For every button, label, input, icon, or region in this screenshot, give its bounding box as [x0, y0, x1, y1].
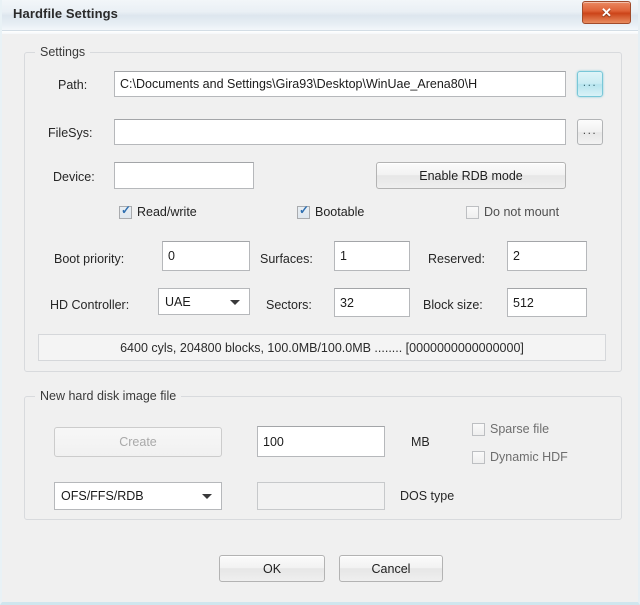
- hardfile-settings-dialog: Hardfile Settings ✕ Settings Path: C:\Do…: [0, 0, 640, 605]
- new-image-group-legend: New hard disk image file: [35, 389, 182, 403]
- dos-type-input[interactable]: [257, 482, 385, 510]
- surfaces-input[interactable]: 1: [334, 241, 410, 271]
- cancel-button[interactable]: Cancel: [339, 555, 443, 582]
- title-bar[interactable]: Hardfile Settings ✕: [2, 0, 638, 34]
- reserved-input[interactable]: 2: [507, 241, 587, 271]
- filesys-input[interactable]: [114, 119, 566, 145]
- size-unit-label: MB: [411, 435, 430, 449]
- checkbox-label: Dynamic HDF: [490, 450, 568, 464]
- create-button[interactable]: Create: [54, 427, 222, 457]
- checkbox-box: [472, 422, 485, 436]
- checkbox-read-write[interactable]: ✓ Read/write: [119, 202, 197, 219]
- checkbox-bootable[interactable]: ✓ Bootable: [297, 202, 365, 219]
- geometry-info: 6400 cyls, 204800 blocks, 100.0MB/100.0M…: [38, 334, 606, 361]
- filesystem-value: OFS/FFS/RDB: [61, 489, 144, 503]
- sectors-input[interactable]: 32: [334, 288, 410, 317]
- hd-controller-select[interactable]: UAE: [158, 288, 250, 315]
- chevron-down-icon: [202, 494, 212, 499]
- check-icon: ✓: [299, 202, 310, 217]
- boot-priority-input[interactable]: 0: [162, 241, 250, 271]
- image-size-input[interactable]: 100: [257, 426, 385, 457]
- hd-controller-value: UAE: [165, 294, 191, 309]
- chevron-down-icon: [230, 299, 240, 305]
- settings-group-legend: Settings: [35, 45, 91, 59]
- path-label: Path:: [58, 78, 88, 92]
- path-browse-button[interactable]: ...: [577, 71, 603, 97]
- hd-controller-label: HD Controller:: [50, 298, 130, 312]
- window-title: Hardfile Settings: [13, 6, 118, 21]
- close-icon: ✕: [601, 5, 612, 20]
- ok-button[interactable]: OK: [219, 555, 325, 582]
- checkbox-label: Read/write: [137, 205, 197, 219]
- dos-type-label: DOS type: [400, 489, 455, 503]
- filesys-label: FileSys:: [48, 126, 93, 140]
- path-input[interactable]: C:\Documents and Settings\Gira93\Desktop…: [114, 71, 566, 97]
- check-icon: ✓: [121, 202, 132, 217]
- checkbox-box: ✓: [297, 202, 310, 219]
- enable-rdb-mode-button[interactable]: Enable RDB mode: [376, 162, 566, 189]
- sectors-label: Sectors:: [266, 298, 312, 312]
- checkbox-dynamic-hdf[interactable]: Dynamic HDF: [472, 450, 568, 464]
- checkbox-box: [466, 205, 479, 219]
- checkbox-label: Do not mount: [484, 205, 560, 219]
- filesystem-select[interactable]: OFS/FFS/RDB: [54, 482, 222, 510]
- filesys-browse-button[interactable]: ...: [577, 119, 603, 145]
- device-label: Device:: [53, 170, 95, 184]
- checkbox-box: ✓: [119, 202, 132, 219]
- checkbox-label: Bootable: [315, 205, 365, 219]
- device-input[interactable]: [114, 162, 254, 189]
- checkbox-do-not-mount[interactable]: Do not mount: [466, 205, 559, 219]
- boot-priority-label: Boot priority:: [54, 252, 125, 266]
- checkbox-sparse-file[interactable]: Sparse file: [472, 422, 549, 436]
- reserved-label: Reserved:: [428, 252, 485, 266]
- block-size-input[interactable]: 512: [507, 288, 587, 317]
- close-button[interactable]: ✕: [582, 1, 631, 24]
- block-size-label: Block size:: [423, 298, 483, 312]
- checkbox-box: [472, 450, 485, 464]
- checkbox-label: Sparse file: [490, 422, 550, 436]
- surfaces-label: Surfaces:: [260, 252, 313, 266]
